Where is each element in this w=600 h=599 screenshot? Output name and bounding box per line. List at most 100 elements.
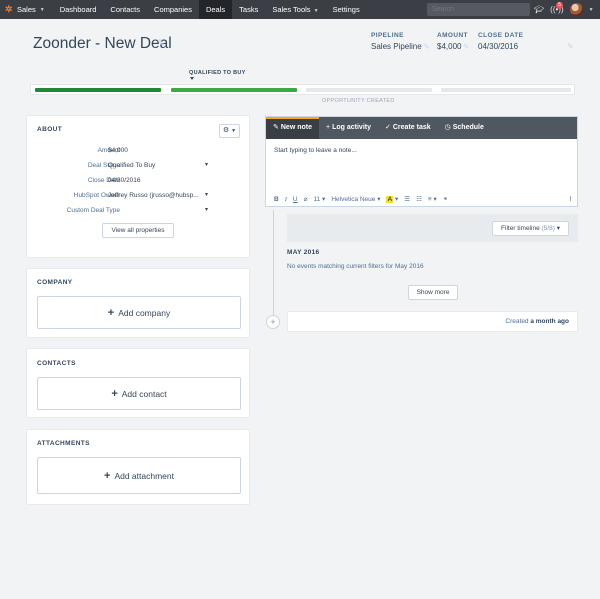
property-value: 04/30/2016: [108, 177, 141, 184]
amount-label: AMOUNT: [437, 32, 468, 39]
nav-item-sales-tools[interactable]: Sales Tools ▼: [265, 0, 325, 19]
nav-item-tasks[interactable]: Tasks: [232, 0, 265, 19]
pencil-icon[interactable]: ✎: [157, 38, 165, 49]
nav-item-dashboard[interactable]: Dashboard: [53, 0, 104, 19]
align-select[interactable]: ≡ ▾: [428, 195, 437, 203]
created-event-text: Created a month ago: [505, 318, 569, 325]
company-heading: COMPANY: [37, 279, 73, 286]
tab-label: Create task: [392, 124, 431, 131]
company-card: COMPANY + Add company: [26, 268, 250, 338]
amount-value: $4,000: [437, 42, 462, 51]
close-date-field: CLOSE DATE 04/30/2016: [478, 32, 523, 51]
plus-icon: +: [326, 124, 331, 131]
add-attachment-label: Add attachment: [114, 470, 174, 481]
created-when: a month ago: [530, 318, 569, 325]
avatar[interactable]: [569, 3, 583, 16]
created-prefix: Created: [505, 318, 529, 325]
search-input[interactable]: [427, 3, 530, 16]
plus-icon: +: [107, 306, 115, 319]
deal-stage-bar: [30, 84, 575, 95]
editor-tabs: ✎ New note + Log activity ✓ Create task ◷ Sc…: [266, 117, 577, 139]
stage-segment-complete[interactable]: [35, 88, 161, 92]
pipeline-field: PIPELINE Sales Pipeline ✎: [371, 32, 430, 51]
filter-label: Filter timeline: [501, 225, 540, 232]
chevron-down-icon: ▾: [205, 192, 209, 198]
amount-field: AMOUNT $4,000 ✎: [437, 32, 469, 51]
chevron-down-icon: ▾: [556, 225, 560, 232]
pencil-icon[interactable]: ✎: [424, 44, 430, 51]
tab-label: Log activity: [332, 124, 371, 131]
brand-menu[interactable]: ✲ Sales ▼: [0, 0, 53, 19]
filter-timeline-button[interactable]: Filter timeline (5/8) ▾: [492, 221, 569, 236]
brand-label: Sales: [17, 5, 36, 14]
property-value: Qualified To Buy: [108, 162, 156, 169]
highlight-color-select[interactable]: A ▾: [386, 195, 398, 203]
nav-icons: 🎓︎ ((•)) 5 ▼: [534, 0, 594, 19]
font-size-select[interactable]: 11 ▾: [314, 195, 326, 203]
nav-item-deals[interactable]: Deals: [198, 0, 233, 19]
created-event-card: Created a month ago: [287, 311, 578, 332]
property-value: Jeffrey Russo (jrusso@hubsp...: [108, 192, 199, 199]
about-heading: ABOUT: [37, 126, 63, 133]
notifications-icon[interactable]: ((•)) 5: [550, 2, 564, 14]
check-icon: ✓: [385, 124, 391, 131]
editor-toolbar: B I U ⌀ 11 ▾ Helvetica Neue ▾ A ▾ ☰ ☷ ≡ …: [274, 195, 572, 203]
pencil-icon[interactable]: ✎: [567, 42, 574, 51]
add-company-button[interactable]: + Add company: [37, 296, 241, 329]
stage-segment-pending[interactable]: [306, 88, 432, 92]
nav-item-settings[interactable]: Settings: [326, 0, 367, 19]
tab-create-task[interactable]: ✓ Create task: [378, 117, 438, 139]
about-card: ABOUT ⚙ ▼ Amount $4,000 Deal Stage Quali…: [26, 115, 250, 258]
attachments-card: ATTACHMENTS + Add attachment: [26, 429, 250, 505]
pencil-icon[interactable]: ✎: [463, 44, 469, 51]
add-contact-label: Add contact: [121, 388, 167, 399]
settings-dropdown-button[interactable]: ⚙ ▼: [219, 124, 240, 138]
show-more-button[interactable]: Show more: [408, 285, 458, 300]
chevron-down-icon: ▼: [231, 128, 237, 134]
chevron-down-icon: ▼: [313, 8, 319, 14]
attachments-heading: ATTACHMENTS: [37, 440, 90, 447]
bullet-list-icon[interactable]: ☰: [404, 195, 410, 203]
graduation-cap-icon[interactable]: 🎓︎: [534, 5, 544, 14]
numbered-list-icon[interactable]: ☷: [416, 195, 422, 203]
underline-icon[interactable]: U: [293, 196, 298, 203]
property-row-custom-deal-type[interactable]: Custom Deal Type ▾: [27, 207, 251, 219]
attachment-icon[interactable]: ⌇: [569, 195, 572, 203]
strikethrough-icon[interactable]: ⌀: [304, 195, 308, 203]
add-contact-button[interactable]: + Add contact: [37, 377, 241, 410]
add-activity-icon[interactable]: +: [266, 315, 280, 329]
stage-created-label: OPPORTUNITY CREATED: [322, 98, 395, 104]
page-title: Zoonder - New Deal: [33, 35, 172, 52]
close-date-label: CLOSE DATE: [478, 32, 524, 39]
tab-schedule[interactable]: ◷ Schedule: [438, 117, 491, 139]
top-navigation: ✲ Sales ▼ Dashboard Contacts Companies D…: [0, 0, 600, 19]
nav-item-companies[interactable]: Companies: [147, 0, 199, 19]
property-row-amount[interactable]: Amount $4,000: [27, 147, 251, 159]
plus-icon: +: [111, 387, 118, 400]
view-all-properties-button[interactable]: View all properties: [102, 223, 174, 238]
property-row-deal-stage[interactable]: Deal Stage Qualified To Buy ▾: [27, 162, 251, 174]
font-family-select[interactable]: Helvetica Neue ▾: [331, 195, 380, 203]
timeline-line: [273, 210, 274, 323]
property-row-close-date[interactable]: Close Date 04/30/2016: [27, 177, 251, 189]
stage-segment-current[interactable]: [171, 88, 297, 92]
chevron-down-icon: ▼: [588, 6, 594, 13]
link-icon[interactable]: ⚭: [443, 195, 448, 203]
note-textarea[interactable]: Start typing to leave a note...: [274, 147, 357, 154]
add-attachment-button[interactable]: + Add attachment: [37, 457, 241, 494]
bold-icon[interactable]: B: [274, 196, 279, 203]
nav-item-contacts[interactable]: Contacts: [103, 0, 147, 19]
tab-log-activity[interactable]: + Log activity: [319, 117, 378, 139]
clock-icon: ◷: [444, 124, 451, 131]
tab-new-note[interactable]: ✎ New note: [266, 117, 319, 139]
nav-item-sales-tools-label: Sales Tools: [272, 5, 311, 14]
timeline-month-heading: MAY 2016: [287, 249, 320, 256]
current-stage-label: QUALIFIED TO BUY: [189, 70, 246, 76]
contacts-card: CONTACTS + Add contact: [26, 348, 250, 418]
tab-label: New note: [280, 124, 312, 131]
italic-icon[interactable]: I: [285, 196, 287, 203]
chevron-down-icon: ▼: [39, 6, 45, 13]
property-row-hubspot-owner[interactable]: HubSpot Owner Jeffrey Russo (jrusso@hubs…: [27, 192, 251, 204]
stage-segment-pending[interactable]: [441, 88, 571, 92]
highlight-icon: A: [386, 196, 394, 203]
